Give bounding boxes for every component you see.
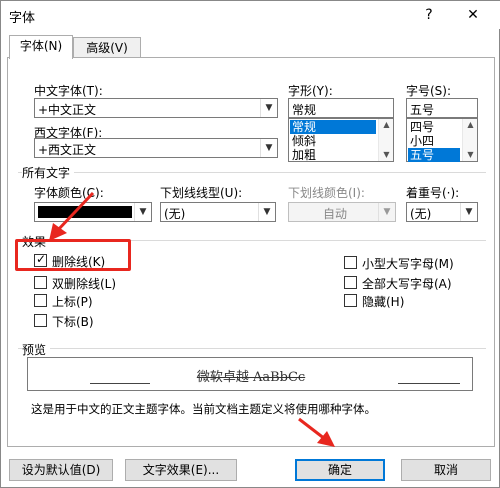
- scrollbar[interactable]: ▲ ▼: [462, 119, 477, 161]
- underline-color-value: 自动: [323, 207, 348, 221]
- small-caps-label[interactable]: 小型大写字母(M): [362, 255, 454, 272]
- scrollbar[interactable]: ▲ ▼: [378, 119, 393, 161]
- list-item[interactable]: 四号: [408, 120, 460, 134]
- font-size-value: 五号: [410, 103, 435, 117]
- window-title: 字体: [9, 11, 36, 26]
- subscript-label[interactable]: 下标(B): [52, 313, 94, 330]
- chevron-down-icon[interactable]: ▼: [379, 149, 394, 161]
- emphasis-mark-label: 着重号(·):: [406, 186, 460, 200]
- help-button[interactable]: ?: [409, 3, 449, 27]
- font-size-list[interactable]: 四号 小四 五号 ▲ ▼: [406, 118, 478, 162]
- small-caps-checkbox[interactable]: [344, 256, 357, 269]
- list-item[interactable]: 倾斜: [290, 134, 376, 148]
- western-font-value: +西文正文: [38, 143, 97, 157]
- chinese-font-value: +中文正文: [38, 103, 97, 117]
- font-style-list[interactable]: 常规 倾斜 加粗 ▲ ▼: [288, 118, 394, 162]
- list-item[interactable]: 五号: [408, 148, 460, 162]
- chevron-down-icon: ▼: [258, 203, 275, 221]
- double-strikethrough-checkbox[interactable]: [34, 276, 47, 289]
- western-font-combo[interactable]: +西文正文 ▼: [34, 138, 278, 158]
- chevron-down-icon: ▼: [134, 203, 151, 221]
- hidden-label[interactable]: 隐藏(H): [362, 293, 404, 310]
- preview-section-title: 预览: [22, 341, 51, 358]
- superscript-checkbox[interactable]: [34, 294, 47, 307]
- double-strikethrough-label[interactable]: 双删除线(L): [52, 275, 116, 292]
- chevron-down-icon: ▼: [260, 139, 277, 157]
- chevron-down-icon: ▼: [460, 203, 477, 221]
- section-divider: [18, 348, 486, 349]
- font-style-input[interactable]: 常规: [288, 98, 394, 118]
- chevron-down-icon: ▼: [378, 203, 395, 221]
- list-item[interactable]: 常规: [290, 120, 376, 134]
- font-size-input[interactable]: 五号: [406, 98, 478, 118]
- font-dialog: 字体 ? ✕ 字体(N) 高级(V) 中文字体(T): +中文正文 ▼ 西文字体…: [0, 0, 500, 488]
- red-arrow-icon: [298, 417, 335, 447]
- chevron-down-icon[interactable]: ▼: [463, 149, 478, 161]
- ok-button[interactable]: 确定: [295, 459, 385, 481]
- emphasis-mark-combo[interactable]: (无) ▼: [406, 202, 478, 222]
- font-style-value: 常规: [292, 103, 317, 117]
- chevron-down-icon: ▼: [260, 99, 277, 117]
- tab-advanced[interactable]: 高级(V): [73, 37, 141, 59]
- chevron-up-icon[interactable]: ▲: [463, 119, 478, 131]
- list-item[interactable]: 加粗: [290, 148, 376, 162]
- set-default-button[interactable]: 设为默认值(D): [9, 459, 113, 481]
- cancel-button[interactable]: 取消: [401, 459, 491, 481]
- hidden-checkbox[interactable]: [344, 294, 357, 307]
- chinese-font-combo[interactable]: +中文正文 ▼: [34, 98, 278, 118]
- underline-style-value: (无): [164, 207, 186, 221]
- font-style-label: 字形(Y):: [288, 84, 333, 98]
- section-divider: [18, 172, 486, 173]
- emphasis-mark-value: (无): [410, 207, 432, 221]
- underline-style-label: 下划线线型(U):: [160, 186, 243, 200]
- chevron-up-icon[interactable]: ▲: [379, 119, 394, 131]
- tab-font[interactable]: 字体(N): [9, 35, 73, 59]
- subscript-checkbox[interactable]: [34, 314, 47, 327]
- chinese-font-label: 中文字体(T):: [34, 84, 103, 98]
- preview-sample-text: 微软卓越 AaBbCc: [196, 370, 306, 385]
- close-icon: ✕: [467, 7, 479, 23]
- underline-color-combo[interactable]: 自动 ▼: [288, 202, 396, 222]
- font-size-label: 字号(S):: [406, 84, 452, 98]
- superscript-label[interactable]: 上标(P): [52, 293, 93, 310]
- close-button[interactable]: ✕: [453, 3, 493, 27]
- underline-style-combo[interactable]: (无) ▼: [160, 202, 276, 222]
- text-effects-button[interactable]: 文字效果(E)...: [125, 459, 237, 481]
- preview-box: 微软卓越 AaBbCc: [27, 357, 473, 391]
- red-arrow-icon: [49, 191, 95, 241]
- list-item[interactable]: 小四: [408, 134, 460, 148]
- all-caps-checkbox[interactable]: [344, 276, 357, 289]
- all-text-section-title: 所有文字: [22, 164, 75, 181]
- title-bar: 字体 ? ✕: [1, 1, 500, 29]
- all-caps-label[interactable]: 全部大写字母(A): [362, 275, 452, 292]
- underline-color-label: 下划线颜色(I):: [288, 186, 365, 200]
